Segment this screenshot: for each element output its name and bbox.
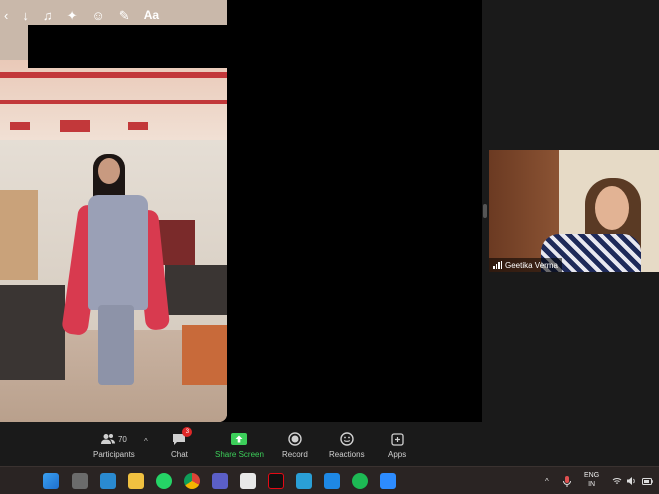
- participants-count: 70: [117, 434, 127, 444]
- participant-video-tile[interactable]: Geetika Verma: [489, 150, 659, 272]
- sticker-icon[interactable]: ☺: [92, 9, 105, 22]
- share-screen-button[interactable]: Share Screen: [215, 432, 264, 459]
- task-view-icon[interactable]: [72, 473, 88, 489]
- participant-face: [595, 186, 629, 230]
- chrome-icon[interactable]: [184, 473, 200, 489]
- chat-button[interactable]: 3 Chat: [171, 427, 193, 459]
- scene-ceiling-panel: [60, 120, 90, 132]
- region-code: IN: [588, 481, 596, 488]
- whatsapp-icon[interactable]: [156, 473, 172, 489]
- meeting-control-bar: 70 Participants ^ 3 Chat Share Screen Re…: [0, 422, 659, 466]
- battery-icon[interactable]: [642, 467, 653, 494]
- participants-label: Participants: [93, 450, 135, 459]
- wifi-icon[interactable]: [612, 467, 622, 494]
- apps-icon: [390, 432, 404, 446]
- language-code: ENG: [584, 472, 600, 479]
- reactions-icon: [340, 432, 354, 446]
- download-icon[interactable]: ↓: [22, 9, 29, 22]
- speaker-icon[interactable]: [627, 467, 637, 494]
- spotify-icon[interactable]: [352, 473, 368, 489]
- record-button[interactable]: Record: [282, 432, 308, 459]
- redaction-box: [28, 25, 227, 68]
- scene-ceiling-panel: [10, 122, 30, 130]
- shared-phone-screen: ‹ ↓ ♫ ✦ ☺ ✎ Aa: [0, 0, 227, 422]
- scene-ceiling-panel: [128, 122, 148, 130]
- person-dress: [88, 195, 148, 310]
- teams-icon[interactable]: [212, 473, 228, 489]
- share-screen-label: Share Screen: [215, 450, 264, 459]
- sparkle-icon[interactable]: ✦: [67, 9, 78, 22]
- participants-icon: [100, 434, 115, 444]
- zoom-icon[interactable]: [380, 473, 396, 489]
- participant-name: Geetika Verma: [505, 260, 558, 270]
- person-legs: [98, 305, 134, 385]
- scene-stool: [182, 325, 227, 385]
- file-explorer-icon[interactable]: [128, 473, 144, 489]
- music-note-icon[interactable]: ♫: [43, 9, 53, 22]
- chat-label: Chat: [171, 450, 188, 459]
- record-icon: [288, 432, 302, 446]
- chat-unread-badge: 3: [182, 427, 193, 437]
- store-icon[interactable]: [240, 473, 256, 489]
- l-app-icon[interactable]: [324, 473, 340, 489]
- windows-start-icon[interactable]: [43, 473, 59, 489]
- browser-icon[interactable]: [296, 473, 312, 489]
- participants-button[interactable]: 70 Participants: [93, 432, 135, 459]
- connection-signal-icon: [493, 261, 502, 269]
- windows-taskbar: ^ ENG IN: [0, 466, 659, 494]
- text-tool-button[interactable]: Aa: [144, 9, 159, 21]
- reactions-label: Reactions: [329, 450, 365, 459]
- netflix-icon[interactable]: [268, 473, 284, 489]
- share-screen-icon: [231, 433, 248, 445]
- tray-overflow-icon[interactable]: ^: [545, 467, 549, 494]
- participant-name-label: Geetika Verma: [489, 258, 562, 272]
- language-indicator[interactable]: ENG IN: [584, 471, 599, 489]
- reactions-button[interactable]: Reactions: [329, 432, 365, 459]
- split-view-handle[interactable]: [483, 204, 487, 218]
- apps-label: Apps: [388, 450, 407, 459]
- draw-icon[interactable]: ✎: [119, 9, 130, 22]
- scene-ceiling-beam: [0, 100, 227, 104]
- microphone-icon[interactable]: [563, 467, 571, 494]
- participants-caret-icon[interactable]: ^: [144, 437, 148, 446]
- apps-button[interactable]: Apps: [388, 432, 406, 459]
- scene-sofa: [0, 285, 65, 380]
- shared-screen-area: ‹ ↓ ♫ ✦ ☺ ✎ Aa: [0, 0, 482, 422]
- back-chevron-icon[interactable]: ‹: [4, 9, 8, 22]
- scene-shelf: [0, 190, 38, 280]
- record-label: Record: [282, 450, 308, 459]
- desktop-icon[interactable]: [100, 473, 116, 489]
- zoom-meeting-window: ‹ ↓ ♫ ✦ ☺ ✎ Aa Geetika Verma 70 Particip…: [0, 0, 659, 494]
- person-head: [98, 158, 120, 184]
- scene-ceiling-beam: [0, 72, 227, 78]
- scene-desk: [165, 265, 227, 315]
